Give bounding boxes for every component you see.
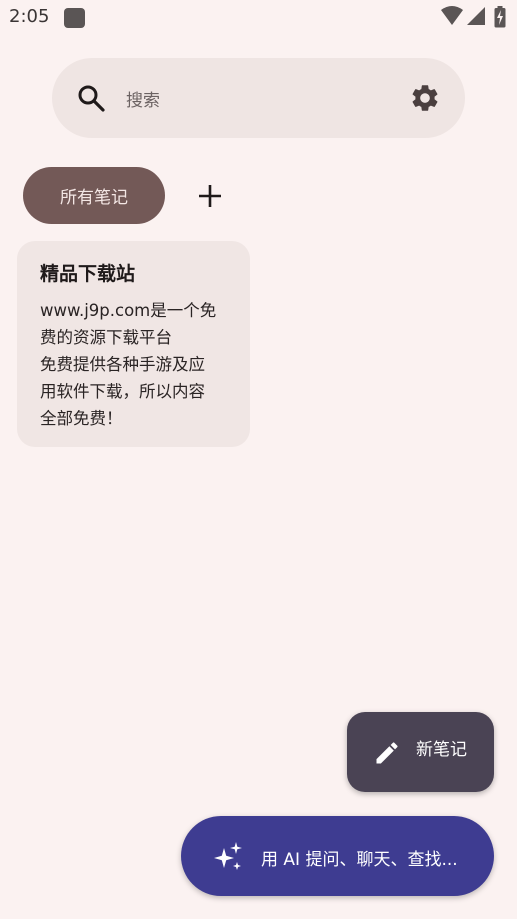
note-body: www.j9p.com是一个免 费的资源下载平台 免费提供各种手游及应 用软件下… <box>40 297 240 432</box>
status-time: 2:05 <box>9 6 50 27</box>
note-body-line: 费的资源下载平台 <box>40 328 172 347</box>
pencil-icon <box>376 742 398 764</box>
note-body-line: 用软件下载，所以内容 <box>40 382 205 401</box>
wifi-icon <box>441 6 463 25</box>
filter-chip-label: 所有笔记 <box>60 188 128 208</box>
new-note-label: 新笔记 <box>416 740 467 760</box>
status-bar: 2:05 <box>0 0 517 36</box>
ai-assistant-label: 用 AI 提问、聊天、查找... <box>261 850 458 870</box>
ai-assistant-bar[interactable]: 用 AI 提问、聊天、查找... <box>181 816 494 896</box>
note-card[interactable]: 精品下载站 www.j9p.com是一个免 费的资源下载平台 免费提供各种手游及… <box>17 241 250 447</box>
signal-icon <box>467 7 485 25</box>
note-body-line: www.j9p.com是一个免 <box>40 301 217 320</box>
filter-chip-all-notes[interactable]: 所有笔记 <box>23 167 165 224</box>
add-icon[interactable] <box>197 183 223 209</box>
search-bar[interactable]: 搜索 <box>52 58 465 138</box>
app-notification-icon <box>64 8 85 28</box>
note-body-line: 免费提供各种手游及应 <box>40 355 205 374</box>
gear-icon[interactable] <box>409 82 441 114</box>
battery-charging-icon <box>494 6 506 28</box>
new-note-button[interactable]: 新笔记 <box>347 712 494 792</box>
note-title: 精品下载站 <box>40 263 136 285</box>
search-icon[interactable] <box>77 84 105 112</box>
note-body-line: 全部免费！ <box>40 409 123 428</box>
sparkle-icon <box>214 842 242 870</box>
search-input[interactable]: 搜索 <box>126 86 160 111</box>
